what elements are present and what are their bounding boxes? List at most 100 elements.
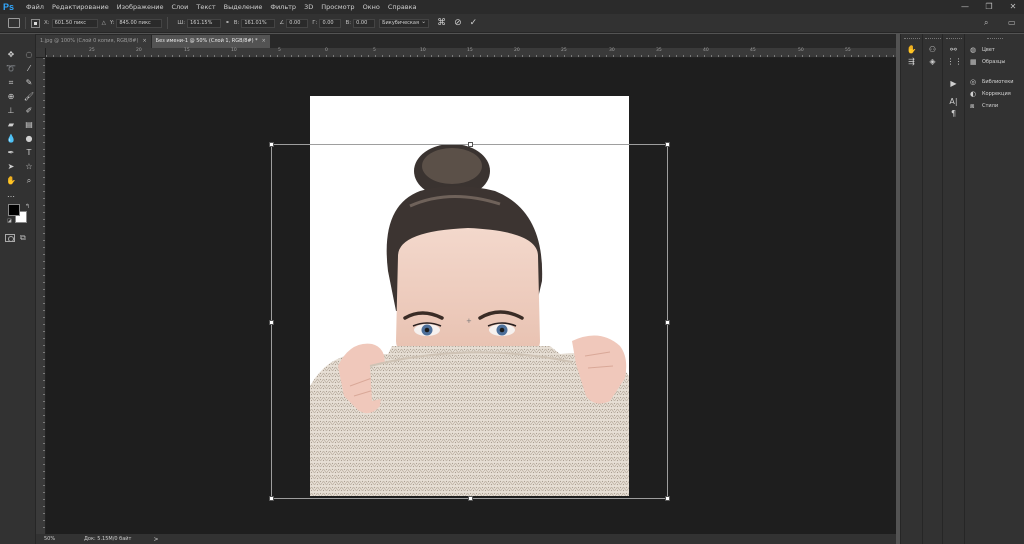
tool-presets-icon[interactable]: ✋ [905,44,919,56]
minimize-icon[interactable]: — [960,2,970,12]
workspace-icon[interactable]: ▭ [1008,18,1018,28]
height-field[interactable]: 161.01% [241,18,276,28]
default-colors-icon[interactable]: ◪ [7,218,12,224]
cancel-transform-icon[interactable]: ⊘ [454,18,462,28]
menu-window[interactable]: Окно [363,3,380,11]
hand-tool-icon[interactable]: ✋ [4,174,18,187]
menu-type[interactable]: Текст [196,3,215,11]
vskew-field[interactable]: 0.00 [353,18,376,28]
panel-adjustments[interactable]: ◐ Коррекция [970,88,1024,100]
width-field[interactable]: 161.15% [187,18,222,28]
transform-handle[interactable] [665,320,670,325]
clone-stamp-tool-icon[interactable]: ⊥ [4,104,18,117]
panel-grip[interactable] [924,38,941,40]
zoom-level[interactable]: 50% [44,536,74,542]
menu-image[interactable]: Изображение [117,3,164,11]
horizontal-ruler[interactable]: 25 20 15 10 5 0 5 10 15 20 25 30 35 40 45 50 55 [46,48,896,58]
photoshop-logo[interactable]: Ps [3,2,19,13]
pen-tool-icon[interactable]: ✒ [4,146,18,159]
tab-close-icon[interactable]: × [262,38,266,44]
gradient-tool-icon[interactable]: ▤ [22,118,36,131]
eyedropper-tool-icon[interactable]: ✎ [22,76,36,89]
menu-help[interactable]: Справка [388,3,417,11]
transform-handle[interactable] [269,496,274,501]
reference-point-icon[interactable] [31,18,40,28]
adjustments-icon: ◐ [970,90,977,98]
type-tool-icon[interactable]: T [22,146,36,159]
dodge-tool-icon[interactable]: ● [22,132,36,145]
menu-view[interactable]: Просмотр [321,3,354,11]
zoom-tool-icon[interactable]: ⌕ [22,174,36,187]
transform-handle[interactable] [468,496,473,501]
quick-select-tool-icon[interactable]: ⁄ [22,62,36,75]
transform-handle[interactable] [665,142,670,147]
move-tool-icon[interactable]: ✥ [4,48,18,61]
x-field[interactable]: 601.50 пикс [51,18,98,28]
panel-grip[interactable] [986,38,1003,40]
character-icon[interactable]: A| [947,96,961,108]
actions-play-icon[interactable]: ▶ [947,78,961,90]
shape-tool-icon[interactable]: ☆ [22,160,36,173]
brush-settings-icon[interactable]: ⋮⋮ [947,56,963,68]
document-canvas[interactable] [310,96,629,496]
ruler-tick-label: 5 [373,48,376,53]
screen-mode-icon[interactable]: ⧉ [20,234,26,242]
document-tab-active[interactable]: Без имени-1 @ 50% (Слой 1, RGB/8#) * × [151,35,270,48]
marquee-tool-icon[interactable]: ◌ [22,48,36,61]
panel-swatches[interactable]: ▦ Образцы [970,56,1024,68]
transform-center-point[interactable]: + [466,318,473,325]
swap-colors-icon[interactable]: ↰ [25,203,30,210]
panel-grip[interactable] [945,38,962,40]
brush-tool-icon[interactable]: 🖌 [22,90,36,103]
eraser-tool-icon[interactable]: ▰ [4,118,18,131]
spot-healing-tool-icon[interactable]: ⊕ [4,90,18,103]
quick-mask-icon[interactable] [5,234,15,242]
adjust-sliders-icon[interactable]: ⇶ [905,56,919,68]
link-icon[interactable]: △ [102,20,106,26]
tab-close-icon[interactable]: × [142,38,146,44]
close-icon[interactable]: ✕ [1008,2,1018,12]
transform-handle[interactable] [269,142,274,147]
menu-filter[interactable]: Фильтр [270,3,296,11]
chain-link-icon[interactable]: ⚭ [225,20,230,26]
menu-edit[interactable]: Редактирование [52,3,109,11]
brush-presets-icon[interactable]: ⚇ [926,44,940,56]
status-menu-arrow[interactable]: > [153,536,158,543]
menu-layers[interactable]: Слои [171,3,188,11]
y-field[interactable]: 845.00 пикс [116,18,163,28]
ruler-corner[interactable] [36,48,46,58]
ruler-tick-label: 35 [656,48,662,53]
interpolation-select[interactable]: Бикубическая [379,18,430,28]
crop-tool-icon[interactable]: ⌗ [4,76,18,89]
transform-handle[interactable] [269,320,274,325]
restore-icon[interactable]: ❐ [984,2,994,12]
menu-select[interactable]: Выделение [224,3,263,11]
warp-mode-icon[interactable]: ⌘ [437,18,446,28]
width-label: Ш: [177,20,186,26]
hskew-field[interactable]: 0.00 [319,18,342,28]
menu-file[interactable]: Файл [26,3,44,11]
document-tab[interactable]: 1.jpg @ 100% (Слой 0 копия, RGB/8#) × [36,35,151,48]
layers-icon[interactable]: ◈ [926,56,940,68]
canvas-area[interactable]: + [46,58,896,534]
panel-styles[interactable]: ⧈ Стили [970,100,1024,112]
foreground-color[interactable] [8,204,20,216]
clone-source-icon[interactable]: ⚯ [947,44,961,56]
search-icon[interactable]: ⌕ [984,18,994,28]
path-select-tool-icon[interactable]: ➤ [4,160,18,173]
history-brush-tool-icon[interactable]: ✐ [22,104,36,117]
paragraph-icon[interactable]: ¶ [947,108,961,120]
commit-transform-icon[interactable]: ✓ [470,18,478,28]
transform-tool-preset-icon[interactable] [8,18,20,28]
edit-toolbar-icon[interactable]: … [4,188,18,201]
panel-grip[interactable] [903,38,920,40]
lasso-tool-icon[interactable]: ➰ [4,62,18,75]
menu-3d[interactable]: 3D [304,3,313,11]
vertical-ruler[interactable] [36,58,46,534]
panel-libraries[interactable]: ◎ Библиотеки [970,76,1024,88]
transform-handle[interactable] [665,496,670,501]
panel-color[interactable]: ◍ Цвет [970,44,1024,56]
angle-field[interactable]: 0.00 [286,18,309,28]
blur-tool-icon[interactable]: 💧 [4,132,18,145]
ruler-tick-label: 55 [845,48,851,53]
